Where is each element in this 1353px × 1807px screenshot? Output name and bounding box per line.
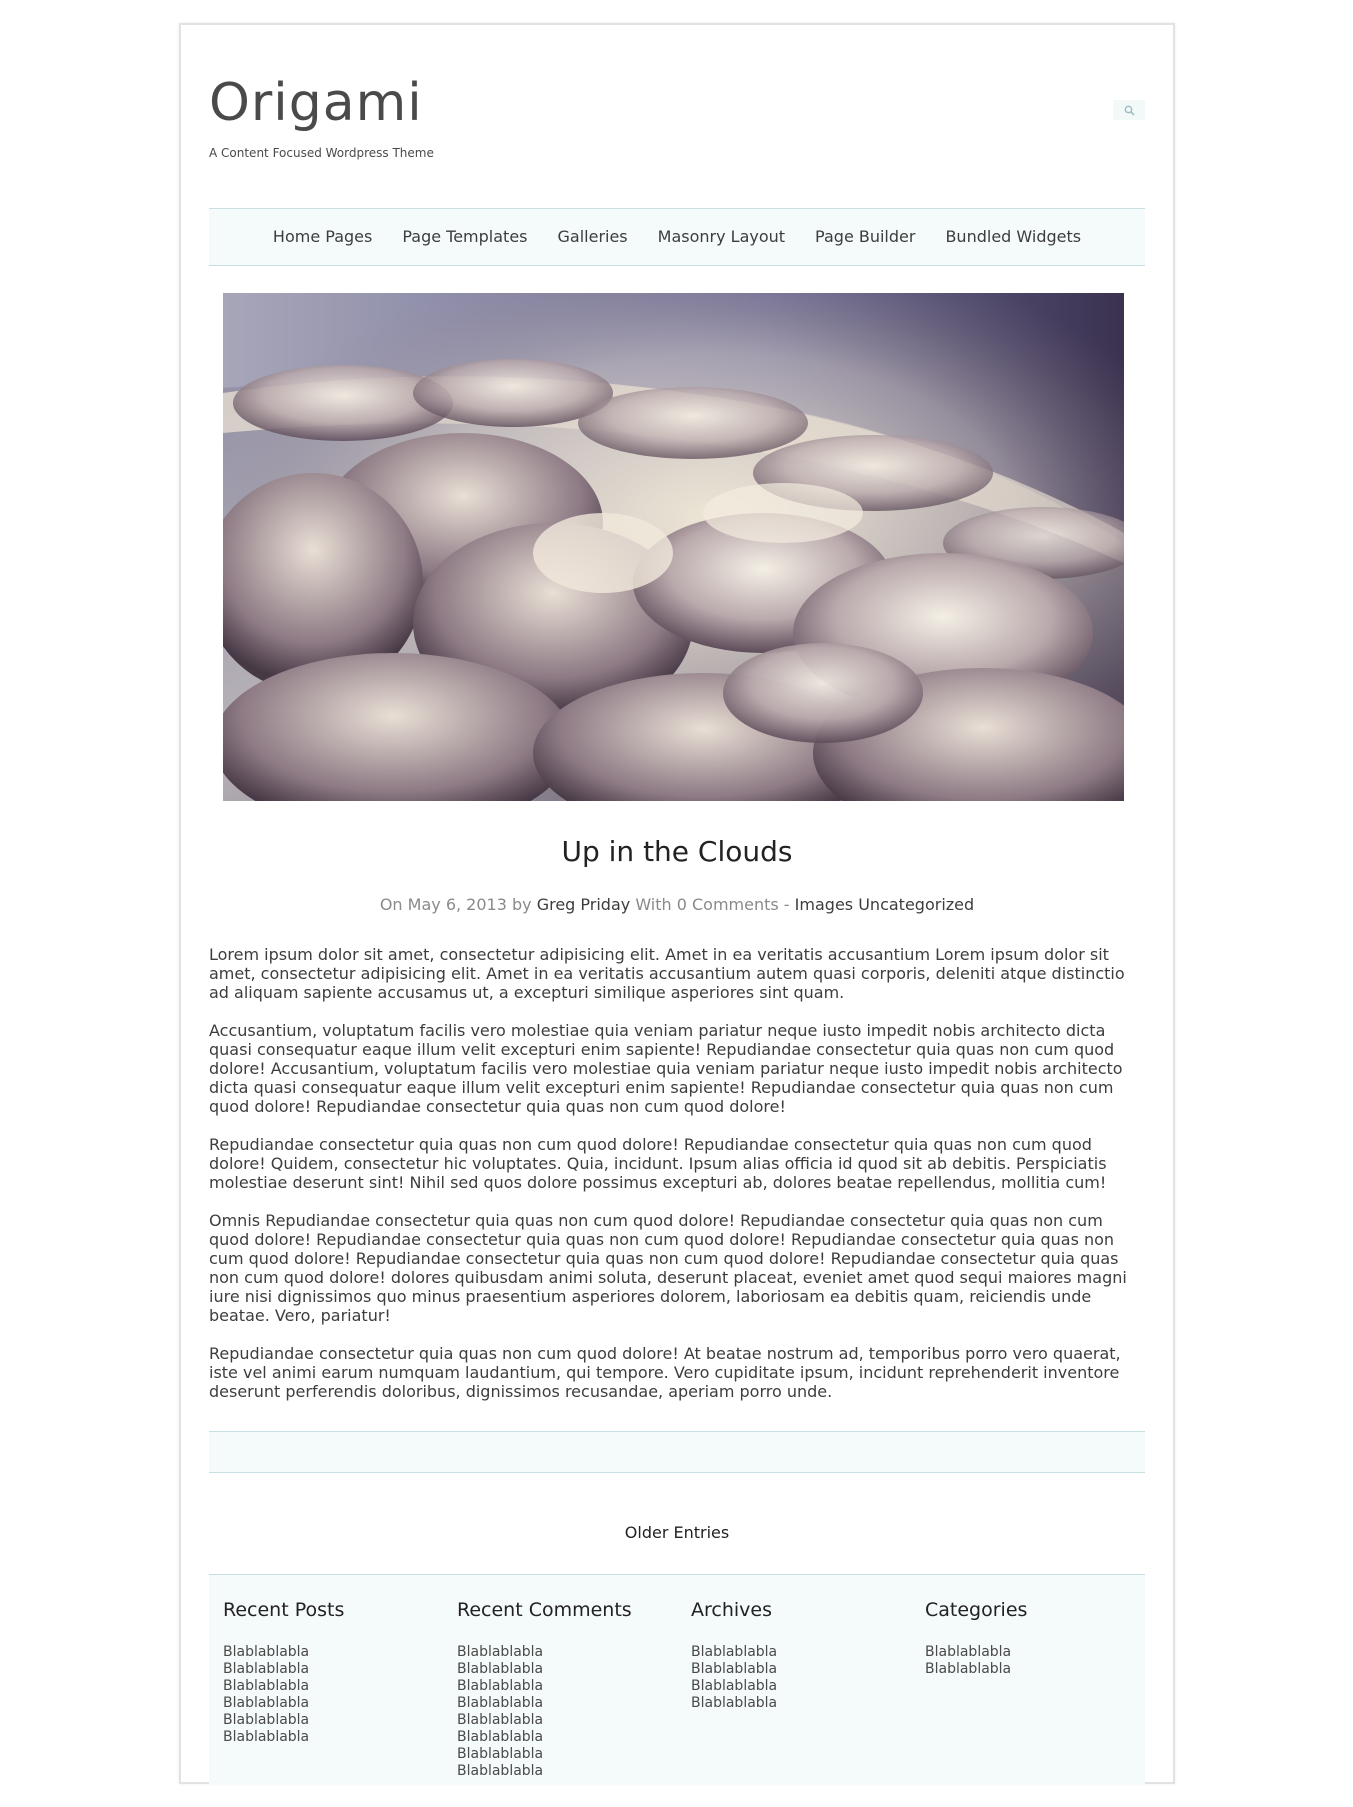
- list-item[interactable]: Blablablabla: [457, 1746, 543, 1763]
- list-item[interactable]: Blablablabla: [457, 1712, 543, 1729]
- category-link-uncategorized[interactable]: Uncategorized: [858, 895, 974, 914]
- post-title[interactable]: Up in the Clouds: [209, 835, 1145, 868]
- post-paragraph: Accusantium, voluptatum facilis vero mol…: [209, 1021, 1123, 1116]
- post-paragraph: Repudiandae consectetur quia quas non cu…: [209, 1344, 1121, 1401]
- list-item[interactable]: Blablablabla: [925, 1644, 1011, 1661]
- site-tagline: A Content Focused Wordpress Theme: [209, 146, 434, 160]
- older-entries-link[interactable]: Older Entries: [209, 1523, 1145, 1542]
- post-paragraph: Repudiandae consectetur quia quas non cu…: [209, 1135, 1107, 1192]
- post-comments-count: With 0 Comments -: [635, 895, 790, 914]
- list-item[interactable]: Blablablabla: [223, 1644, 309, 1661]
- search-input[interactable]: [1113, 100, 1145, 120]
- list-item[interactable]: Blablablabla: [457, 1661, 543, 1678]
- list-item[interactable]: Blablablabla: [223, 1729, 309, 1746]
- widget-title: Archives: [691, 1599, 772, 1621]
- list-item[interactable]: Blablablabla: [925, 1661, 1011, 1678]
- list-item[interactable]: Blablablabla: [457, 1678, 543, 1695]
- list-item[interactable]: Blablablabla: [223, 1661, 309, 1678]
- post-paragraph: Omnis Repudiandae consectetur quia quas …: [209, 1211, 1127, 1325]
- post-meta: On May 6, 2013 by Greg Priday With 0 Com…: [209, 895, 1145, 914]
- nav-item-galleries[interactable]: Galleries: [543, 208, 643, 266]
- list-item[interactable]: Blablablabla: [223, 1678, 309, 1695]
- nav-item-home-pages[interactable]: Home Pages: [258, 208, 387, 266]
- list-item[interactable]: Blablablabla: [223, 1695, 309, 1712]
- widget-title: Recent Comments: [457, 1599, 632, 1621]
- list-item[interactable]: Blablablabla: [691, 1661, 777, 1678]
- post-footer-band: [209, 1431, 1145, 1473]
- nav-item-bundled-widgets[interactable]: Bundled Widgets: [930, 208, 1096, 266]
- list-item[interactable]: Blablablabla: [457, 1695, 543, 1712]
- page-container: Origami A Content Focused Wordpress Them…: [179, 23, 1175, 1785]
- nav-item-page-templates[interactable]: Page Templates: [387, 208, 542, 266]
- site-title[interactable]: Origami: [209, 72, 423, 134]
- featured-image[interactable]: [223, 293, 1124, 801]
- widget-title: Categories: [925, 1599, 1028, 1621]
- list-item[interactable]: Blablablabla: [691, 1644, 777, 1661]
- list-item[interactable]: Blablablabla: [457, 1763, 543, 1780]
- widget-title: Recent Posts: [223, 1599, 345, 1621]
- search-icon[interactable]: [1124, 105, 1135, 116]
- list-item[interactable]: Blablablabla: [691, 1695, 777, 1712]
- list-item[interactable]: Blablablabla: [691, 1678, 777, 1695]
- footer-widgets: Recent Posts Blablablabla Blablablabla B…: [209, 1574, 1145, 1785]
- main-navigation: Home Pages Page Templates Galleries Maso…: [209, 208, 1145, 266]
- post-date: On May 6, 2013 by: [379, 895, 532, 914]
- list-item[interactable]: Blablablabla: [457, 1644, 543, 1661]
- post-paragraph: Lorem ipsum dolor sit amet, consectetur …: [209, 945, 1125, 1002]
- post-author-link[interactable]: Greg Priday: [537, 895, 631, 914]
- list-item[interactable]: Blablablabla: [223, 1712, 309, 1729]
- nav-item-masonry-layout[interactable]: Masonry Layout: [643, 208, 800, 266]
- category-link-images[interactable]: Images: [795, 895, 853, 914]
- post-content: Lorem ipsum dolor sit amet, consectetur …: [209, 945, 1145, 1420]
- nav-item-page-builder[interactable]: Page Builder: [800, 208, 930, 266]
- list-item[interactable]: Blablablabla: [457, 1729, 543, 1746]
